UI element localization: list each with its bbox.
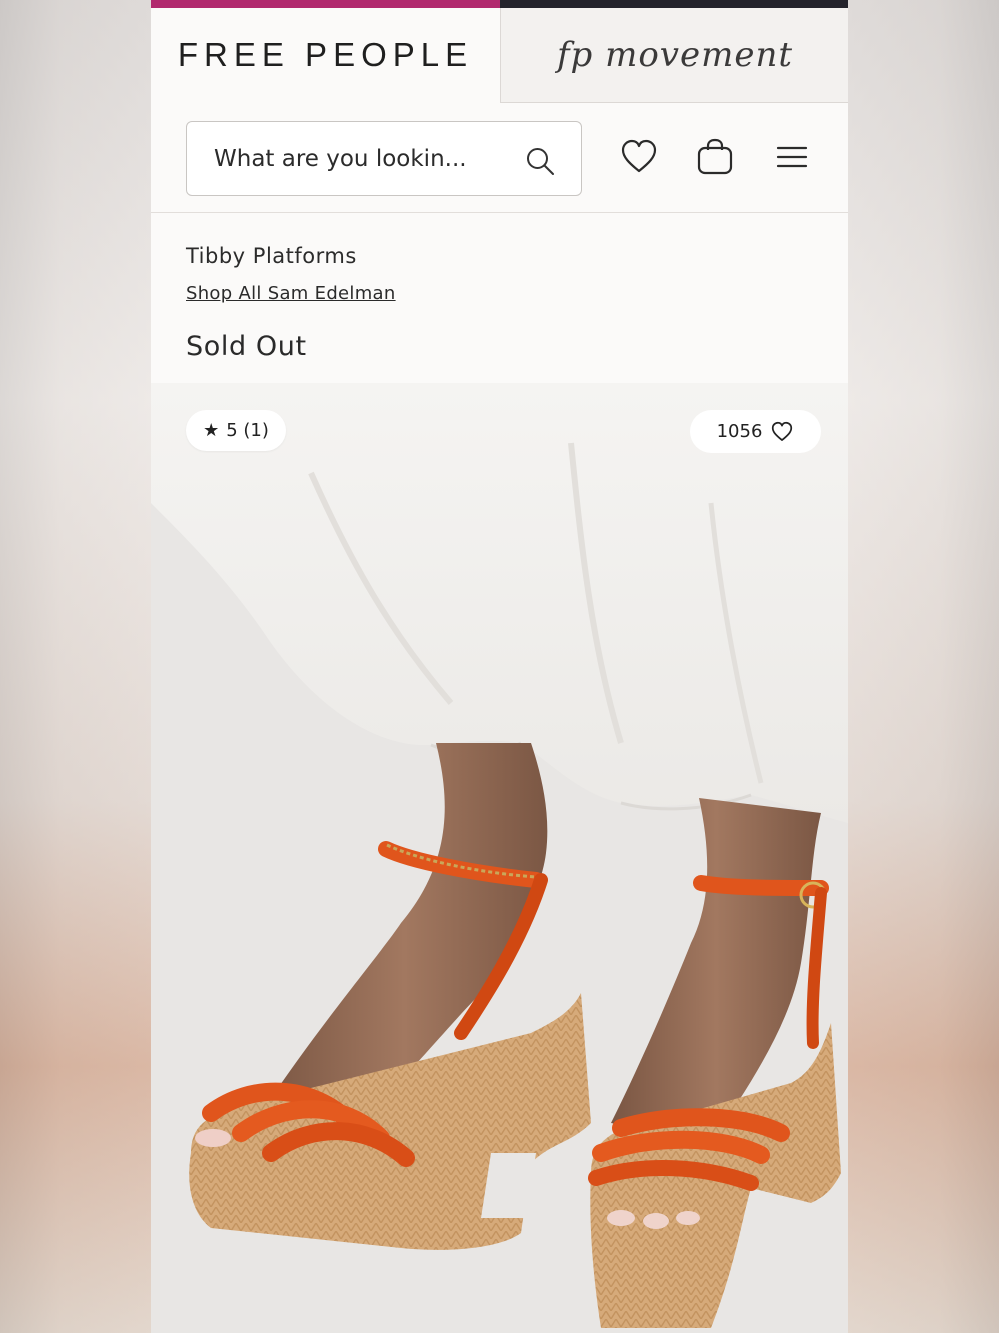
tab-free-people[interactable]: FREE PEOPLE	[151, 8, 500, 102]
hamburger-menu-icon[interactable]	[773, 138, 811, 176]
rating-value: 5 (1)	[226, 420, 269, 441]
rating-badge[interactable]: ★ 5 (1)	[186, 410, 286, 451]
product-title: Tibby Platforms	[186, 244, 357, 268]
active-brand-indicator	[151, 0, 500, 8]
heart-icon	[772, 421, 793, 441]
header-divider	[151, 212, 848, 213]
heart-icon[interactable]	[620, 138, 658, 176]
search-input[interactable]: What are you lookin...	[186, 121, 582, 196]
search-icon[interactable]	[525, 146, 555, 176]
fp-movement-logo: fp movement	[556, 35, 794, 75]
product-photo-illustration	[151, 383, 848, 1333]
brand-logo: FREE PEOPLE	[177, 36, 474, 73]
product-image[interactable]: ★ 5 (1) 1056	[151, 383, 848, 1333]
shop-brand-link[interactable]: Shop All Sam Edelman	[186, 283, 396, 304]
top-accent-bar	[151, 0, 848, 8]
tab-fp-movement[interactable]: fp movement	[500, 8, 848, 103]
star-icon: ★	[203, 420, 220, 441]
favorites-badge[interactable]: 1056	[690, 410, 821, 453]
backdrop-right	[847, 0, 999, 1333]
backdrop-left	[0, 0, 152, 1333]
mobile-page: FREE PEOPLE fp movement What are you loo…	[151, 0, 848, 1333]
shopping-bag-icon[interactable]	[696, 138, 734, 176]
likes-count: 1056	[716, 421, 763, 442]
stock-status: Sold Out	[186, 331, 307, 362]
search-placeholder: What are you lookin...	[214, 145, 467, 172]
